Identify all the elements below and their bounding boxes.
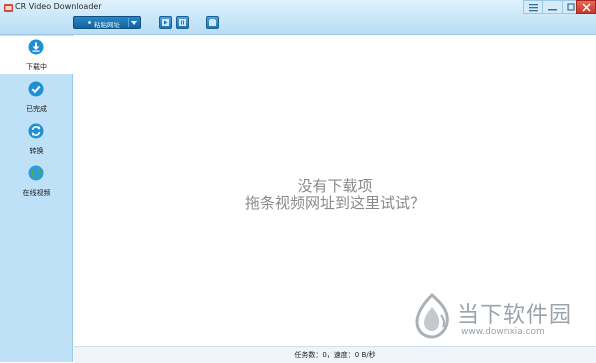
dropdown-separator	[128, 18, 129, 27]
title-bar: CR Video Downloader 粘贴网址	[0, 0, 596, 35]
delete-task-button[interactable]	[206, 16, 219, 29]
pause-download-icon	[179, 19, 186, 26]
sidebar-item-convert[interactable]: 转换	[0, 120, 73, 158]
maximize-icon	[567, 3, 575, 11]
globe-icon	[28, 165, 44, 181]
sidebar-item-downloading[interactable]: 下载中	[0, 36, 73, 74]
empty-state-hint: 拖条视频网址到这里试试？	[244, 194, 425, 212]
delete-task-icon	[209, 19, 216, 26]
paste-url-label: 粘贴网址	[94, 21, 120, 29]
sidebar-item-online-video[interactable]: 在线视频	[0, 162, 73, 200]
status-text: 任务数：0，速度：0 B/秒	[294, 351, 376, 359]
download-icon	[28, 39, 44, 55]
sidebar: 下载中 已完成 转换 在线视频	[0, 35, 73, 362]
convert-icon	[28, 123, 44, 139]
menu-button[interactable]	[523, 0, 543, 14]
sidebar-item-label: 下载中	[26, 63, 47, 71]
app-title: CR Video Downloader	[15, 2, 102, 11]
menu-icon	[529, 4, 538, 12]
minimize-button[interactable]	[543, 0, 563, 14]
sidebar-item-label: 已完成	[26, 105, 47, 113]
close-button[interactable]	[576, 0, 596, 14]
sidebar-item-completed[interactable]: 已完成	[0, 78, 73, 116]
watermark-logo-icon	[415, 293, 449, 339]
pause-download-button[interactable]	[176, 16, 189, 29]
check-icon	[28, 81, 44, 97]
sidebar-item-label: 转换	[29, 147, 44, 155]
sidebar-item-label: 在线视频	[22, 189, 51, 197]
close-icon	[582, 3, 591, 12]
start-download-button[interactable]	[159, 16, 172, 29]
paste-url-dropdown[interactable]: 粘贴网址	[73, 16, 141, 29]
watermark: 当下软件园 www.downxia.com	[409, 291, 574, 343]
status-bar: 任务数：0，速度：0 B/秒	[74, 346, 596, 363]
start-download-icon	[162, 19, 169, 26]
watermark-url: www.downxia.com	[461, 327, 545, 337]
bullet-icon	[88, 21, 91, 24]
app-logo-icon	[4, 4, 13, 12]
minimize-icon	[548, 9, 557, 11]
chevron-down-icon[interactable]	[131, 21, 137, 25]
watermark-text: 当下软件园	[457, 303, 573, 328]
